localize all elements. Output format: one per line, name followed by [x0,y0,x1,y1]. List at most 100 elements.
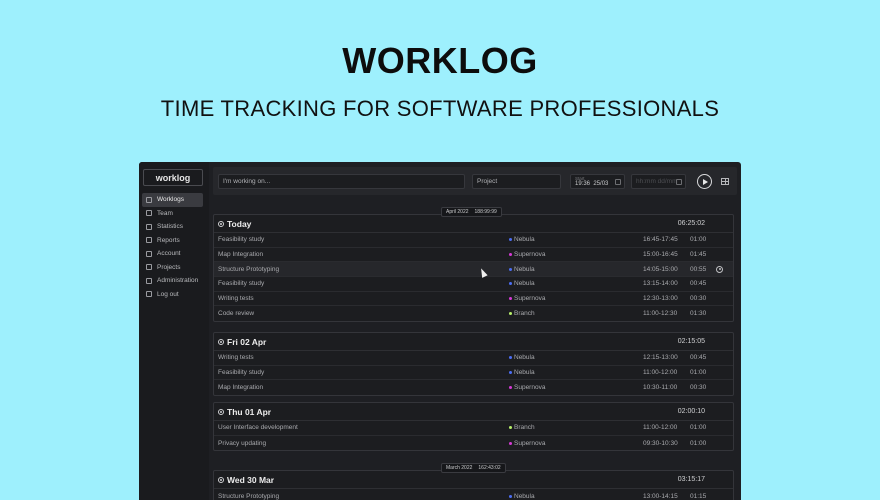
entry-duration: 00:55 [690,265,707,273]
table-row[interactable]: Feasibility study Nebula 11:00-12:00 01:00 [214,366,733,381]
month-summary-tag: April 2022 188:99:99 [441,207,502,217]
day-header: Fri 02 Apr 02:15:05 [214,333,733,351]
entry-task: Feasibility study [218,280,265,288]
sidebar-item-label: Worklogs [157,196,184,204]
entry-range: 09:30-10:30 [643,439,678,447]
app-logo[interactable]: worklog [143,169,203,186]
sidebar-item-label: Administration [157,277,199,285]
day-group: Today 06:25:02 Feasibility study Nebula 16:4… [213,214,734,323]
project-select[interactable]: Project [472,174,561,189]
task-input[interactable]: I'm working on... [218,174,465,189]
table-row[interactable]: Writing tests Nebula 12:15-13:00 00:45 [214,351,733,366]
entry-range: 13:00-14:15 [643,492,678,500]
project-dot-icon [509,267,512,271]
sidebar-item-statistics[interactable]: Statistics [142,220,203,234]
project-dot-icon [509,282,512,286]
table-row[interactable]: Writing tests Supernova 12:30-13:00 00:30 [214,292,733,307]
day-title: Wed 30 Mar [227,474,275,485]
table-row[interactable]: Feasibility study Nebula 13:15-14:00 00:45 [214,277,733,292]
entry-task: Map Integration [218,384,264,392]
table-row[interactable]: Map Integration Supernova 15:00-16:45 01:45 [214,248,733,263]
sidebar-item-account[interactable]: Account [142,247,203,261]
entry-range: 11:00-12:30 [643,310,678,318]
start-timer-button[interactable] [697,174,712,189]
project-dot-icon [509,356,512,360]
entry-task: Feasibility study [218,236,265,244]
day-clock-icon [218,338,224,345]
entry-project: Supernova [509,251,545,258]
entry-task: Map Integration [218,251,264,259]
entry-project: Branch [509,424,535,431]
day-header: Thu 01 Apr 02:00:10 [214,403,733,421]
administration-icon [146,277,152,284]
entry-project: Supernova [509,440,545,447]
calendar-icon[interactable] [615,179,621,185]
sidebar: worklog Worklogs Team Statistics Reports Acc… [139,162,209,500]
entry-project: Nebula [509,354,535,361]
table-row[interactable]: Privacy updating Supernova 09:30-10:30 01:0… [214,436,733,451]
start-time-field[interactable]: Start 19:36 25/03 [570,174,625,189]
entry-duration: 01:00 [690,236,707,244]
worklogs-icon [146,196,152,203]
table-row[interactable]: User Interface development Branch 11:00-12… [214,421,733,436]
table-row[interactable]: Structure Prototyping Nebula 13:00-14:15 01… [214,489,733,500]
timer-toolbar: I'm working on... Project Start 19:36 25… [213,167,737,195]
table-row[interactable]: Feasibility study Nebula 16:45-17:45 01:00 [214,233,733,248]
entry-range: 13:15-14:00 [643,280,678,288]
project-dot-icon [509,386,512,390]
sidebar-item-team[interactable]: Team [142,207,203,221]
project-dot-icon [509,238,512,242]
table-row[interactable]: Map Integration Supernova 10:30-11:00 00:30 [214,380,733,395]
entry-duration: 00:30 [690,295,707,303]
calendar-icon[interactable] [676,179,682,185]
project-dot-icon [509,297,512,301]
statistics-icon [146,223,152,230]
entry-task: User Interface development [218,424,298,432]
day-clock-icon [218,220,224,227]
entry-range: 14:05-15:00 [643,265,678,273]
sidebar-item-label: Team [157,209,173,217]
sidebar-item-label: Statistics [157,223,184,231]
reports-icon [146,237,152,244]
entry-task: Writing tests [218,354,254,362]
entry-range: 10:30-11:00 [643,384,678,392]
end-time-field[interactable]: hh:mm dd/mm [631,174,686,189]
entry-range: 12:30-13:00 [643,295,678,303]
entry-range: 11:00-12:00 [643,424,678,432]
project-dot-icon [509,312,512,316]
grid-view-icon[interactable] [721,178,729,185]
sidebar-item-label: Log out [157,290,179,298]
sidebar-item-reports[interactable]: Reports [142,234,203,248]
sidebar-item-label: Reports [157,236,180,244]
team-icon [146,210,152,217]
sidebar-nav: Worklogs Team Statistics Reports Account Proj… [142,193,203,301]
sidebar-item-administration[interactable]: Administration [142,274,203,288]
entry-project: Nebula [509,493,535,500]
day-title: Fri 02 Apr [227,336,267,347]
entry-task: Structure Prototyping [218,265,280,273]
sidebar-item-worklogs[interactable]: Worklogs [142,193,203,207]
sidebar-item-log-out[interactable]: Log out [142,288,203,302]
entry-duration: 01:30 [690,310,707,318]
project-dot-icon [509,371,512,375]
day-total: 03:15:17 [677,476,705,483]
day-total: 02:15:05 [677,338,705,345]
day-title: Thu 01 Apr [227,406,272,417]
entry-duration: 01:00 [690,439,707,447]
entry-task: Privacy updating [218,439,267,447]
entry-duration: 01:15 [690,492,707,500]
project-dot-icon [509,441,512,445]
day-group: Wed 30 Mar 03:15:17 Structure Prototyping N… [213,470,734,500]
entry-range: 11:00-12:00 [643,369,678,377]
entry-duration: 00:30 [690,384,707,392]
table-row[interactable]: Code review Branch 11:00-12:30 01:30 [214,306,733,321]
sidebar-item-projects[interactable]: Projects [142,261,203,275]
sidebar-item-label: Account [157,250,181,258]
resume-entry-icon[interactable] [716,265,723,273]
entry-project: Supernova [509,295,545,302]
hero-subtitle: TIME TRACKING FOR SOFTWARE PROFESSIONALS [160,96,720,121]
day-clock-icon [218,408,224,415]
entry-duration: 01:45 [690,251,707,259]
table-row[interactable]: Structure Prototyping Nebula 14:05-15:00 00… [214,262,733,278]
month-summary-tag: March 2022 162:43:02 [441,463,506,473]
